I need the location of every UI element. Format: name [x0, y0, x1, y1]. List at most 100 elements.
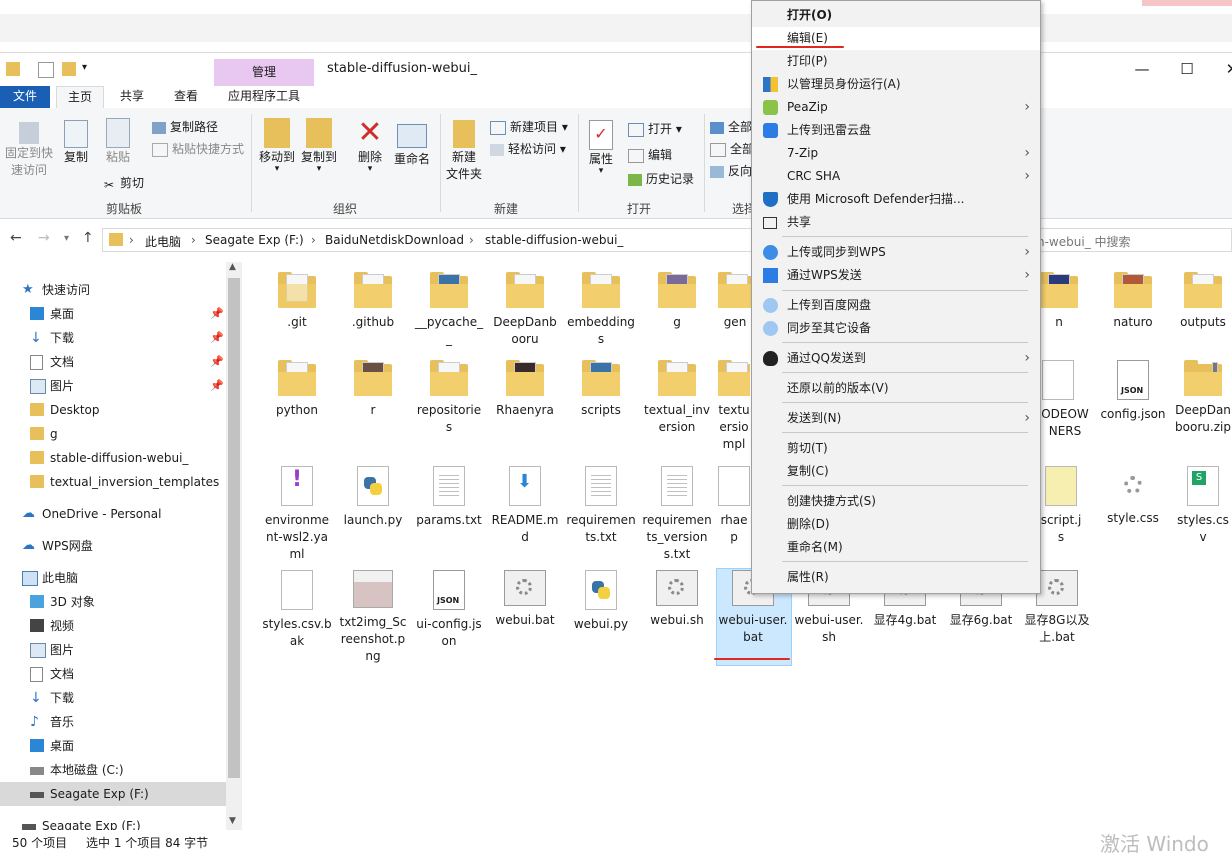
tab-file[interactable]: 文件	[0, 86, 50, 108]
pin-icon[interactable]: 📌	[210, 302, 224, 326]
file-item[interactable]: ⬇ README.md	[490, 466, 560, 546]
file-item[interactable]: naturo	[1098, 272, 1168, 331]
edit-button[interactable]: 编辑	[628, 146, 672, 163]
file-item[interactable]: webui.sh	[642, 570, 712, 629]
menu-properties[interactable]: 属性(R)	[752, 566, 1040, 589]
file-item[interactable]: gen	[718, 272, 752, 331]
file-item[interactable]: ! environment-wsl2.yaml	[262, 466, 332, 563]
pin-icon[interactable]: 📌	[210, 326, 224, 350]
file-item[interactable]: params.txt	[414, 466, 484, 529]
menu-baidu-upload[interactable]: 上传到百度网盘	[752, 294, 1040, 317]
nav-drive-c[interactable]: 本地磁盘 (C:)	[0, 758, 226, 782]
nav-documents[interactable]: 文档 📌	[0, 350, 226, 374]
select-none-button[interactable]: 全部	[710, 140, 754, 157]
breadcrumb-baidu[interactable]: BaiduNetdiskDownload	[325, 233, 464, 247]
file-item[interactable]: __pycache__	[414, 272, 484, 348]
file-item[interactable]: webui.py	[566, 570, 636, 633]
open-button[interactable]: 打开 ▾	[628, 120, 682, 137]
nav-desktop-folder[interactable]: Desktop	[0, 398, 226, 422]
file-item[interactable]: n	[1038, 272, 1080, 331]
nav-drive-f[interactable]: Seagate Exp (F:)	[0, 782, 226, 806]
file-item[interactable]: rhae p	[718, 466, 750, 546]
history-button[interactable]: 历史记录	[628, 170, 694, 187]
nav-videos[interactable]: 视频	[0, 614, 226, 638]
file-item[interactable]: Rhaenyra	[490, 360, 560, 419]
file-item[interactable]: ODEOW NERS	[1040, 360, 1090, 440]
scroll-down-icon[interactable]: ▼	[229, 816, 236, 826]
new-item-button[interactable]: 新建项目 ▾	[490, 118, 568, 135]
breadcrumb-drive[interactable]: Seagate Exp (F:)	[205, 233, 304, 247]
scrollbar-thumb[interactable]	[228, 278, 240, 778]
file-item[interactable]: requirements_versions.txt	[642, 466, 712, 563]
copy-button[interactable]: 复制	[60, 120, 92, 165]
file-item[interactable]: JSON ui-config.json	[414, 570, 484, 650]
copy-path-button[interactable]: 复制路径	[152, 118, 218, 135]
copy-to-button[interactable]: 复制到 ▾	[298, 118, 340, 174]
menu-run-as-admin[interactable]: 以管理员身份运行(A)	[752, 73, 1040, 96]
menu-defender-scan[interactable]: 使用 Microsoft Defender扫描...	[752, 188, 1040, 211]
menu-peazip[interactable]: PeaZip ›	[752, 96, 1040, 119]
paste-shortcut-button[interactable]: 粘贴快捷方式	[152, 140, 244, 157]
menu-7zip[interactable]: 7-Zip ›	[752, 142, 1040, 165]
file-item[interactable]: python	[262, 360, 332, 419]
menu-rename[interactable]: 重命名(M)	[752, 536, 1040, 559]
nav-downloads[interactable]: ↓ 下载 📌	[0, 326, 226, 350]
properties-icon[interactable]	[38, 62, 54, 78]
file-item[interactable]: DeepDanbooru.zip	[1174, 360, 1232, 436]
file-item[interactable]: DeepDanbooru	[490, 272, 560, 348]
file-item[interactable]: .git	[262, 272, 332, 331]
file-item[interactable]: textu ersio mpl	[718, 360, 750, 453]
file-item[interactable]: webui.bat	[490, 570, 560, 629]
address-input[interactable]: › 此电脑 › Seagate Exp (F:) › BaiduNetdiskD…	[102, 228, 754, 252]
menu-sync-devices[interactable]: 同步至其它设备	[752, 317, 1040, 340]
nav-3d-objects[interactable]: 3D 对象	[0, 590, 226, 614]
recent-dropdown-icon[interactable]: ▾	[64, 233, 69, 244]
breadcrumb-this-pc[interactable]: 此电脑	[145, 233, 181, 250]
nav-g-folder[interactable]: g	[0, 422, 226, 446]
tab-view[interactable]: 查看	[164, 86, 208, 108]
file-item[interactable]: outputs	[1174, 272, 1232, 331]
maximize-button[interactable]: ☐	[1177, 59, 1197, 79]
file-item[interactable]: textual_inversion	[642, 360, 712, 436]
nav-desktop[interactable]: 桌面 📌	[0, 302, 226, 326]
file-item[interactable]: Sstyles.csv	[1174, 466, 1232, 546]
manage-tab[interactable]: 管理	[214, 59, 314, 87]
nav-textual-inversion[interactable]: textual_inversion_templates	[0, 470, 226, 494]
back-arrow-icon[interactable]: ←	[10, 230, 22, 246]
pin-icon[interactable]: 📌	[210, 350, 224, 374]
file-item[interactable]: script.js	[1038, 466, 1084, 546]
file-item[interactable]: txt2img_Screenshot.png	[338, 570, 408, 665]
menu-share[interactable]: 共享	[752, 211, 1040, 234]
tab-app-tools[interactable]: 应用程序工具	[216, 86, 312, 108]
rename-button[interactable]: 重命名	[390, 118, 434, 167]
new-folder-button[interactable]: 新建 文件夹	[444, 120, 484, 182]
nav-this-pc[interactable]: 此电脑	[0, 566, 226, 590]
pin-quick-access-button[interactable]: 固定到快 速访问	[4, 122, 54, 178]
select-all-button[interactable]: 全部	[710, 118, 752, 135]
file-item[interactable]: launch.py	[338, 466, 408, 529]
new-folder-icon[interactable]	[62, 62, 76, 76]
file-item[interactable]: JSON config.json	[1098, 360, 1168, 423]
menu-xunlei[interactable]: 上传到迅雷云盘	[752, 119, 1040, 142]
menu-print[interactable]: 打印(P)	[752, 50, 1040, 73]
menu-cut[interactable]: 剪切(T)	[752, 437, 1040, 460]
nav-quick-access[interactable]: ★ 快速访问	[0, 278, 226, 302]
move-to-button[interactable]: 移动到 ▾	[256, 118, 298, 174]
menu-copy[interactable]: 复制(C)	[752, 460, 1040, 483]
properties-button[interactable]: ✓ 属性 ▾	[584, 120, 618, 176]
file-item[interactable]: scripts	[566, 360, 636, 419]
nav-wps-drive[interactable]: ☁ WPS网盘	[0, 534, 226, 558]
chevron-down-icon[interactable]: ▾	[82, 62, 96, 76]
file-item[interactable]: requirements.txt	[566, 466, 636, 546]
nav-onedrive[interactable]: ☁ OneDrive - Personal	[0, 502, 226, 526]
menu-upload-wps[interactable]: 上传或同步到WPS ›	[752, 241, 1040, 264]
invert-selection-button[interactable]: 反向	[710, 162, 752, 179]
tab-share[interactable]: 共享	[110, 86, 154, 108]
file-item[interactable]: repositories	[414, 360, 484, 436]
paste-button[interactable]: 粘贴	[100, 118, 136, 165]
nav-scrollbar[interactable]: ▲ ▼	[226, 262, 242, 830]
scroll-up-icon[interactable]: ▲	[229, 262, 236, 272]
minimize-button[interactable]: —	[1132, 59, 1152, 79]
up-arrow-icon[interactable]: ↑	[82, 230, 94, 246]
breadcrumb-current[interactable]: stable-diffusion-webui_	[485, 233, 623, 247]
